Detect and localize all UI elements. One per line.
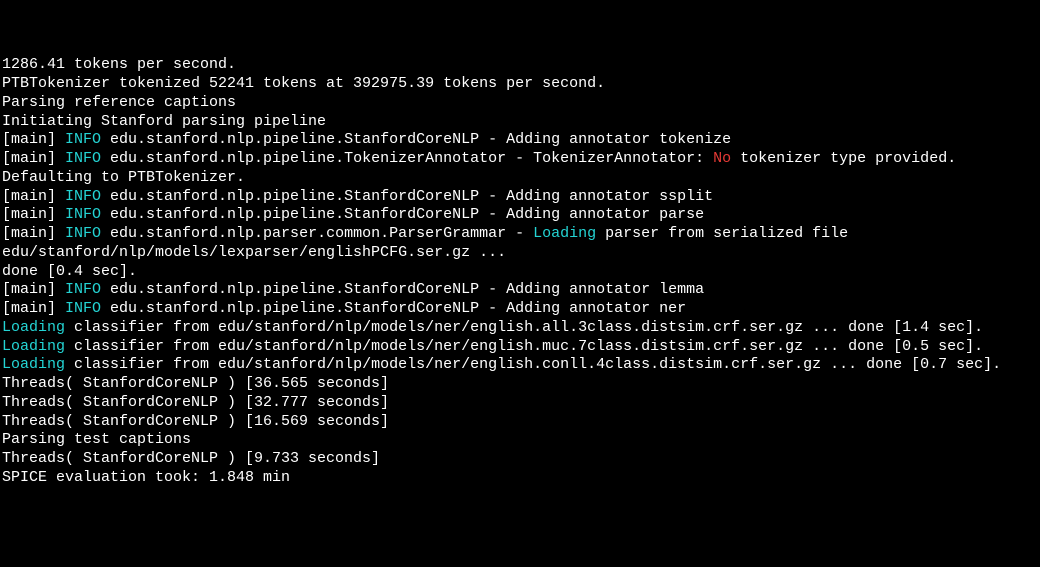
terminal-line: [main] INFO edu.stanford.nlp.pipeline.To… bbox=[2, 150, 1038, 188]
terminal-text: [main] bbox=[2, 281, 65, 298]
terminal-line: Threads( StanfordCoreNLP ) [16.569 secon… bbox=[2, 413, 1038, 432]
terminal-text: edu.stanford.nlp.pipeline.StanfordCoreNL… bbox=[101, 131, 731, 148]
terminal-text: classifier from edu/stanford/nlp/models/… bbox=[65, 338, 983, 355]
terminal-text: edu.stanford.nlp.pipeline.StanfordCoreNL… bbox=[101, 300, 686, 317]
terminal-text: INFO bbox=[65, 281, 101, 298]
terminal-text: [main] bbox=[2, 206, 65, 223]
terminal-text: [main] bbox=[2, 150, 65, 167]
terminal-text: Loading bbox=[2, 356, 65, 373]
terminal-line: Parsing test captions bbox=[2, 431, 1038, 450]
terminal-text: INFO bbox=[65, 150, 101, 167]
terminal-line: SPICE evaluation took: 1.848 min bbox=[2, 469, 1038, 488]
terminal-line: Loading classifier from edu/stanford/nlp… bbox=[2, 338, 1038, 357]
terminal-text: No bbox=[713, 150, 731, 167]
terminal-text: INFO bbox=[65, 131, 101, 148]
terminal-text: Threads( StanfordCoreNLP ) [36.565 secon… bbox=[2, 375, 389, 392]
terminal-line: Loading classifier from edu/stanford/nlp… bbox=[2, 356, 1038, 375]
terminal-text: Threads( StanfordCoreNLP ) [9.733 second… bbox=[2, 450, 380, 467]
terminal-text: [main] bbox=[2, 131, 65, 148]
terminal-line: Parsing reference captions bbox=[2, 94, 1038, 113]
terminal-output: 1286.41 tokens per second. PTBTokenizer t… bbox=[2, 56, 1038, 487]
terminal-line: Loading classifier from edu/stanford/nlp… bbox=[2, 319, 1038, 338]
terminal-text: Loading bbox=[2, 319, 65, 336]
terminal-text: INFO bbox=[65, 225, 101, 242]
terminal-text: classifier from edu/stanford/nlp/models/… bbox=[65, 356, 1001, 373]
terminal-line: done [0.4 sec]. bbox=[2, 263, 1038, 282]
terminal-text: edu.stanford.nlp.pipeline.StanfordCoreNL… bbox=[101, 188, 713, 205]
terminal-text: PTBTokenizer tokenized 52241 tokens at 3… bbox=[2, 75, 605, 92]
terminal-text: Parsing reference captions bbox=[2, 94, 236, 111]
terminal-line: Threads( StanfordCoreNLP ) [36.565 secon… bbox=[2, 375, 1038, 394]
terminal-text: Loading bbox=[2, 338, 65, 355]
terminal-text: Parsing test captions bbox=[2, 431, 191, 448]
terminal-text: Threads( StanfordCoreNLP ) [32.777 secon… bbox=[2, 394, 389, 411]
terminal-text: Threads( StanfordCoreNLP ) [16.569 secon… bbox=[2, 413, 389, 430]
terminal-text: [main] bbox=[2, 188, 65, 205]
terminal-line: [main] INFO edu.stanford.nlp.pipeline.St… bbox=[2, 300, 1038, 319]
terminal-line: [main] INFO edu.stanford.nlp.parser.comm… bbox=[2, 225, 1038, 263]
terminal-text: edu.stanford.nlp.pipeline.StanfordCoreNL… bbox=[101, 206, 704, 223]
terminal-text: classifier from edu/stanford/nlp/models/… bbox=[65, 319, 983, 336]
terminal-text: Initiating Stanford parsing pipeline bbox=[2, 113, 326, 130]
terminal-text: SPICE evaluation took: 1.848 min bbox=[2, 469, 290, 486]
terminal-line: Threads( StanfordCoreNLP ) [32.777 secon… bbox=[2, 394, 1038, 413]
terminal-line: 1286.41 tokens per second. bbox=[2, 56, 1038, 75]
terminal-text: edu.stanford.nlp.pipeline.TokenizerAnnot… bbox=[101, 150, 713, 167]
terminal-text: [main] bbox=[2, 225, 65, 242]
terminal-line: [main] INFO edu.stanford.nlp.pipeline.St… bbox=[2, 206, 1038, 225]
terminal-text: edu.stanford.nlp.pipeline.StanfordCoreNL… bbox=[101, 281, 704, 298]
terminal-line: [main] INFO edu.stanford.nlp.pipeline.St… bbox=[2, 281, 1038, 300]
terminal-line: Threads( StanfordCoreNLP ) [9.733 second… bbox=[2, 450, 1038, 469]
terminal-line: [main] INFO edu.stanford.nlp.pipeline.St… bbox=[2, 131, 1038, 150]
terminal-text: INFO bbox=[65, 300, 101, 317]
terminal-text: edu.stanford.nlp.parser.common.ParserGra… bbox=[101, 225, 533, 242]
terminal-text: INFO bbox=[65, 188, 101, 205]
terminal-line: Initiating Stanford parsing pipeline bbox=[2, 113, 1038, 132]
terminal-text: [main] bbox=[2, 300, 65, 317]
terminal-text: done [0.4 sec]. bbox=[2, 263, 137, 280]
terminal-text: 1286.41 tokens per second. bbox=[2, 56, 236, 73]
terminal-text: INFO bbox=[65, 206, 101, 223]
terminal-line: [main] INFO edu.stanford.nlp.pipeline.St… bbox=[2, 188, 1038, 207]
terminal-text: Loading bbox=[533, 225, 596, 242]
terminal-line: PTBTokenizer tokenized 52241 tokens at 3… bbox=[2, 75, 1038, 94]
